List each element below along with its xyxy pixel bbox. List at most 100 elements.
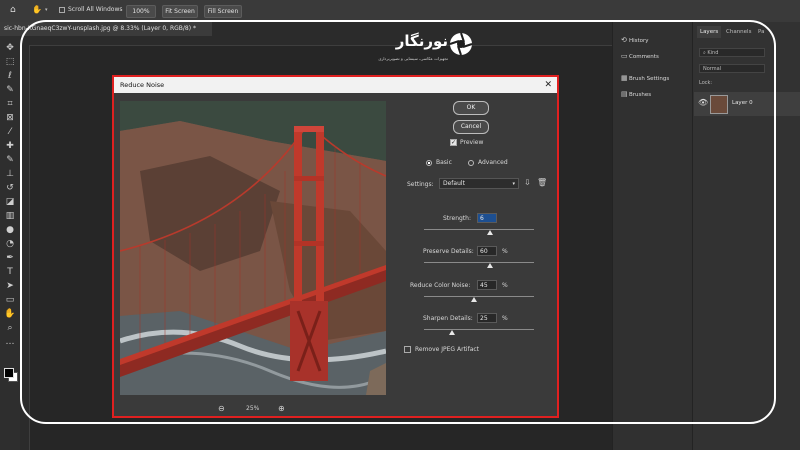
preserve-details-label: Preserve Details: (423, 248, 474, 255)
save-settings-icon[interactable]: ⇩ (524, 178, 531, 187)
color-noise-slider-thumb[interactable] (470, 297, 477, 302)
dodge-icon[interactable]: ◔ (4, 238, 16, 250)
lasso-icon[interactable]: ℓ (4, 70, 16, 82)
watermark-tagline: تجهیزات عکاسی، سینمایی و تصویربرداری (378, 56, 448, 61)
panel-item-label: Comments (629, 54, 659, 60)
percent-label: % (502, 282, 508, 289)
options-bar: ⌂ ✋ ▾ Scroll All Windows 100% Fit Screen… (0, 0, 800, 23)
zoom-out-icon[interactable]: ⊖ (218, 404, 225, 413)
bridge-photo (120, 101, 386, 395)
brush-icon[interactable]: ✎ (4, 154, 16, 166)
strength-input[interactable]: 6 (477, 213, 497, 223)
layer-name[interactable]: Layer 0 (732, 100, 753, 106)
gradient-icon[interactable]: ▥ (4, 210, 16, 222)
hand-icon[interactable]: ✋ (4, 308, 16, 320)
healing-icon[interactable]: ✚ (4, 140, 16, 152)
blend-mode-value: Normal (703, 66, 722, 72)
dialog-title: Reduce Noise (120, 81, 165, 89)
delete-settings-icon[interactable]: 🗑 (537, 178, 547, 187)
strength-label: Strength: (443, 215, 471, 222)
hand-tool-icon[interactable]: ✋ (32, 5, 42, 14)
tab-channels[interactable]: Channels (723, 26, 754, 38)
sharpen-details-input[interactable]: 25 (477, 313, 497, 323)
marquee-icon[interactable]: ⬚ (4, 56, 16, 68)
crop-icon[interactable]: ⌗ (4, 98, 16, 110)
sharpen-slider-track[interactable] (424, 329, 534, 330)
settings-select[interactable]: Default ▾ (439, 178, 519, 189)
quick-select-icon[interactable]: ✎ (4, 84, 16, 96)
shape-icon[interactable]: ▭ (4, 294, 16, 306)
tab-layers[interactable]: Layers (697, 26, 722, 38)
preserve-details-input[interactable]: 60 (477, 246, 497, 256)
panel-item-history[interactable]: ⟲ History (621, 34, 649, 46)
reduce-color-noise-input[interactable]: 45 (477, 280, 497, 290)
blur-icon[interactable]: ● (4, 224, 16, 236)
chevron-down-icon: ▾ (512, 181, 515, 187)
settings-value: Default (443, 180, 465, 187)
percent-label: % (502, 315, 508, 322)
brushes-icon: ▤ (621, 90, 628, 98)
tool-preset-chevron-icon[interactable]: ▾ (45, 7, 48, 13)
foreground-color-swatch[interactable] (4, 368, 14, 378)
type-icon[interactable]: T (4, 266, 16, 278)
remove-jpeg-label: Remove JPEG Artifact (415, 346, 480, 353)
fill-screen-button[interactable]: Fill Screen (204, 5, 242, 18)
watermark-logo: نورنگار تجهیزات عکاسی، سینمایی و تصویربر… (378, 30, 474, 72)
comments-icon: ▭ (621, 52, 628, 60)
layer-thumbnail (710, 95, 728, 114)
strength-slider-track[interactable] (424, 229, 534, 230)
collapsed-panels-strip: ⟲ History ▭Comments ▦Brush Settings ▤Brus… (612, 22, 693, 450)
reduce-color-noise-label: Reduce Color Noise: (410, 282, 471, 289)
scroll-all-label: Scroll All Windows (68, 6, 123, 13)
history-brush-icon[interactable]: ↺ (4, 182, 16, 194)
visibility-eye-icon[interactable]: 👁 (698, 98, 708, 107)
color-noise-slider-track[interactable] (424, 296, 534, 297)
panel-item-brushes[interactable]: ▤Brushes (621, 88, 651, 100)
basic-label: Basic (436, 159, 452, 166)
cancel-button[interactable]: Cancel (453, 120, 489, 134)
preview-label: Preview (460, 139, 484, 146)
close-icon[interactable]: ✕ (544, 77, 552, 93)
basic-radio[interactable] (426, 160, 432, 166)
sharpen-slider-thumb[interactable] (448, 330, 455, 335)
reduce-noise-dialog: Reduce Noise ✕ OK Cancel ✓ Preview Basic… (112, 75, 559, 418)
preserve-slider-thumb[interactable] (487, 263, 493, 268)
filter-label: Kind (707, 50, 719, 56)
zoom-icon[interactable]: ⌕ (4, 322, 16, 334)
frame-icon[interactable]: ⊠ (4, 112, 16, 124)
horizontal-ruler (20, 36, 612, 46)
remove-jpeg-checkbox[interactable] (404, 346, 411, 353)
ok-button[interactable]: OK (453, 101, 489, 115)
more-icon[interactable]: … (4, 336, 16, 348)
preview-image[interactable] (120, 101, 386, 395)
tab-paths[interactable]: Pa (755, 26, 767, 38)
zoom-100-button[interactable]: 100% (126, 5, 156, 18)
layer-row[interactable]: 👁 Layer 0 (694, 92, 800, 116)
eyedropper-icon[interactable]: ⁄ (4, 126, 16, 138)
preview-checkbox[interactable]: ✓ (450, 139, 457, 146)
stamp-icon[interactable]: ⊥ (4, 168, 16, 180)
scroll-all-checkbox[interactable] (59, 7, 65, 13)
layers-panel: Layers Channels Pa ⌕ Kind Normal Lock: (692, 22, 800, 450)
fit-screen-button[interactable]: Fit Screen (162, 5, 198, 18)
panel-item-label: Brushes (629, 92, 652, 98)
vertical-ruler (20, 45, 30, 450)
dialog-title-bar: Reduce Noise ✕ (114, 77, 557, 93)
watermark-brand: نورنگار (395, 32, 448, 50)
panel-item-brush-settings[interactable]: ▦Brush Settings (621, 72, 669, 84)
home-icon[interactable]: ⌂ (10, 5, 16, 15)
layer-filter-field[interactable]: ⌕ Kind (699, 48, 765, 57)
pen-icon[interactable]: ✒ (4, 252, 16, 264)
move-icon[interactable]: ✥ (4, 42, 16, 54)
preserve-slider-track[interactable] (424, 262, 534, 263)
settings-label: Settings: (407, 181, 434, 188)
blend-mode-select[interactable]: Normal (699, 64, 765, 73)
strength-slider-thumb[interactable] (487, 230, 493, 235)
zoom-in-icon[interactable]: ⊕ (278, 404, 285, 413)
percent-label: % (502, 248, 508, 255)
eraser-icon[interactable]: ◪ (4, 196, 16, 208)
document-tab[interactable]: sic-hbn-KGnaeqC3zwY-unsplash.jpg @ 8.33%… (0, 22, 212, 36)
advanced-radio[interactable] (468, 160, 474, 166)
panel-item-comments[interactable]: ▭Comments (621, 50, 659, 62)
path-select-icon[interactable]: ➤ (4, 280, 16, 292)
